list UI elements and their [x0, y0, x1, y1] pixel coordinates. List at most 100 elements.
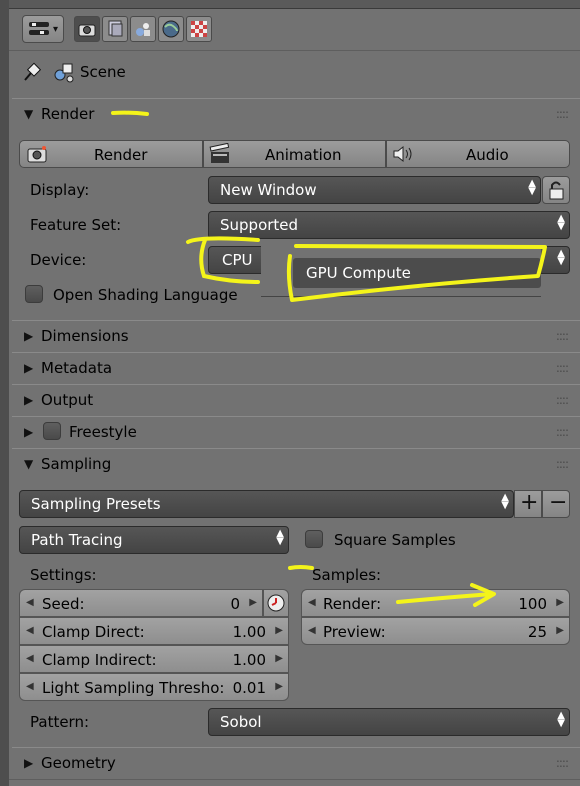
feature-set-dropdown[interactable]: Supported ▲ ▼	[208, 211, 570, 239]
world-icon	[162, 20, 180, 38]
layers-icon	[108, 20, 123, 37]
render-button[interactable]: Render	[19, 140, 203, 168]
remove-preset-button[interactable]: −	[542, 490, 570, 518]
freestyle-panel-title: Freestyle	[69, 423, 137, 441]
animation-button[interactable]: Animation	[203, 140, 386, 168]
clamp-direct-field[interactable]: ◀ Clamp Direct: 1.00 ▶	[19, 617, 289, 645]
square-samples-checkbox[interactable]	[305, 530, 323, 548]
pin-icon[interactable]	[20, 60, 44, 88]
minus-icon: −	[549, 490, 568, 515]
context-tabs	[74, 15, 216, 43]
drag-grip-icon[interactable]: ::::	[556, 107, 569, 121]
drag-grip-icon[interactable]: ::::	[556, 425, 569, 439]
top-window-strip	[0, 0, 580, 9]
drag-grip-icon[interactable]: ::::	[556, 361, 569, 375]
seed-field[interactable]: ◀ Seed: 0 ▶	[19, 589, 263, 617]
preview-samples-label: Preview:	[323, 623, 386, 641]
drag-grip-icon[interactable]: ::::	[556, 329, 569, 343]
updown-arrows-icon: ▲ ▼	[557, 248, 565, 267]
open-shading-language-label: Open Shading Language	[53, 286, 238, 304]
seed-value: 0	[230, 595, 240, 613]
expanded-triangle-icon: ▼	[24, 107, 34, 121]
decrement-arrow-icon[interactable]: ◀	[26, 681, 34, 692]
checker-texture-icon	[191, 21, 207, 37]
decrement-arrow-icon[interactable]: ◀	[308, 625, 316, 636]
audio-button-label: Audio	[466, 146, 509, 164]
render-button-label: Render	[94, 146, 148, 164]
render-context-tab[interactable]	[74, 16, 100, 42]
texture-context-tab[interactable]	[186, 16, 212, 42]
freestyle-checkbox[interactable]	[43, 422, 61, 440]
collapsed-triangle-icon: ▶	[24, 393, 34, 407]
sampling-presets-dropdown[interactable]: Sampling Presets ▲ ▼	[19, 490, 514, 518]
preview-samples-value: 25	[527, 623, 547, 641]
clamp-indirect-value: 1.00	[232, 651, 266, 669]
clapper-icon	[209, 143, 230, 163]
svg-text:▾: ▾	[53, 24, 58, 35]
add-preset-button[interactable]: +	[514, 490, 542, 518]
device-label: Device:	[30, 251, 87, 269]
preview-samples-field[interactable]: ◀ Preview: 25 ▶	[301, 617, 570, 645]
clamp-indirect-field[interactable]: ◀ Clamp Indirect: 1.00 ▶	[19, 645, 289, 673]
integrator-value: Path Tracing	[31, 531, 123, 549]
render-layers-context-tab[interactable]	[102, 16, 128, 42]
drag-grip-icon[interactable]: ::::	[556, 457, 569, 471]
increment-arrow-icon[interactable]: ▶	[556, 625, 564, 636]
increment-arrow-icon[interactable]: ▶	[275, 625, 283, 636]
device-value: CPU	[222, 251, 253, 269]
collapsed-triangle-icon: ▶	[24, 329, 34, 343]
speaker-icon	[393, 145, 412, 163]
light-threshold-value: 0.01	[232, 679, 266, 697]
render-panel-header[interactable]: ▼ Render ::::	[12, 98, 580, 129]
seed-label: Seed:	[42, 595, 85, 613]
animation-button-label: Animation	[265, 146, 342, 164]
scene-context-tab[interactable]	[130, 16, 156, 42]
animated-seed-toggle[interactable]	[263, 589, 289, 617]
open-shading-language-checkbox[interactable]	[25, 285, 43, 303]
sampling-panel-title: Sampling	[41, 455, 112, 473]
render-samples-field[interactable]: ◀ Render: 100 ▶	[301, 589, 570, 617]
decrement-arrow-icon[interactable]: ◀	[26, 625, 34, 636]
display-dropdown[interactable]: New Window ▲ ▼	[208, 176, 541, 204]
gpu-compute-label: GPU Compute	[306, 264, 411, 282]
scene-icon	[136, 23, 150, 36]
output-panel-title: Output	[41, 391, 94, 409]
dimensions-panel-header[interactable]: ▶ Dimensions ::::	[12, 320, 580, 351]
sampling-panel-header[interactable]: ▼ Sampling ::::	[12, 448, 580, 479]
editor-type-button[interactable]: ▾	[22, 15, 64, 43]
integrator-dropdown[interactable]: Path Tracing ▲ ▼	[19, 526, 289, 554]
square-samples-label: Square Samples	[334, 531, 456, 549]
decrement-arrow-icon[interactable]: ◀	[308, 597, 316, 608]
drag-grip-icon[interactable]: ::::	[556, 756, 569, 770]
samples-label: Samples:	[312, 566, 382, 584]
gpu-compute-option[interactable]: GPU Compute	[293, 258, 541, 288]
render-samples-value: 100	[518, 595, 547, 613]
camera-icon	[78, 24, 96, 37]
increment-arrow-icon[interactable]: ▶	[275, 653, 283, 664]
metadata-panel-header[interactable]: ▶ Metadata ::::	[12, 352, 580, 383]
updown-arrows-icon: ▲ ▼	[276, 528, 284, 547]
output-panel-header[interactable]: ▶ Output ::::	[12, 384, 580, 415]
increment-arrow-icon[interactable]: ▶	[556, 597, 564, 608]
updown-arrows-icon: ▲ ▼	[557, 710, 565, 729]
decrement-arrow-icon[interactable]: ◀	[26, 653, 34, 664]
increment-arrow-icon[interactable]: ▶	[275, 681, 283, 692]
audio-button[interactable]: Audio	[386, 140, 570, 168]
drag-grip-icon[interactable]: ::::	[556, 393, 569, 407]
lock-toggle[interactable]	[542, 176, 570, 204]
dimensions-panel-title: Dimensions	[41, 327, 129, 345]
decrement-arrow-icon[interactable]: ◀	[26, 597, 34, 608]
render-panel-title: Render	[41, 105, 95, 123]
geometry-panel-header[interactable]: ▶ Geometry ::::	[12, 747, 580, 778]
light-sampling-threshold-field[interactable]: ◀ Light Sampling Thresho: 0.01 ▶	[19, 673, 289, 701]
updown-arrows-icon: ▲ ▼	[557, 213, 565, 232]
clamp-direct-value: 1.00	[232, 623, 266, 641]
feature-set-value: Supported	[220, 216, 299, 234]
left-frame	[0, 0, 9, 786]
world-context-tab[interactable]	[158, 16, 184, 42]
pattern-dropdown[interactable]: Sobol ▲ ▼	[208, 708, 570, 736]
freestyle-panel-header[interactable]: ▶ Freestyle ::::	[12, 416, 580, 447]
scene-label: Scene	[80, 63, 126, 81]
increment-arrow-icon[interactable]: ▶	[249, 597, 257, 608]
geometry-panel-title: Geometry	[41, 754, 116, 772]
